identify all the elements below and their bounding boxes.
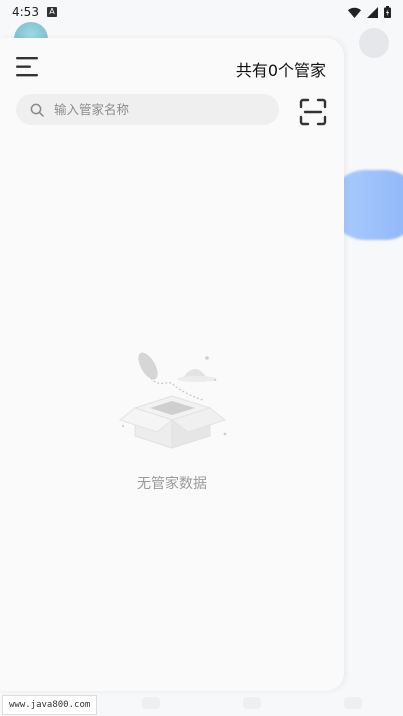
battery-icon: [384, 6, 391, 18]
status-bar: 4:53 A: [0, 0, 403, 24]
status-right: [348, 6, 391, 18]
empty-box-illustration: [118, 352, 227, 449]
status-time: 4:53: [12, 5, 39, 19]
cell-signal-icon: [367, 6, 378, 18]
scan-icon[interactable]: [299, 98, 327, 126]
watermark: www.java800.com: [2, 695, 98, 715]
status-left: 4:53 A: [12, 5, 57, 19]
manager-count: 共有0个管家: [235, 61, 326, 80]
wifi-icon: [348, 7, 361, 18]
manager-drawer: 共有0个管家 无管家数据: [0, 38, 344, 691]
empty-state-text: 无管家数据: [137, 476, 207, 492]
menu-icon[interactable]: [16, 56, 40, 78]
search-input[interactable]: [52, 101, 256, 118]
search-icon: [30, 103, 44, 117]
search-bar[interactable]: [16, 94, 279, 125]
notification-a-icon: A: [46, 7, 57, 17]
